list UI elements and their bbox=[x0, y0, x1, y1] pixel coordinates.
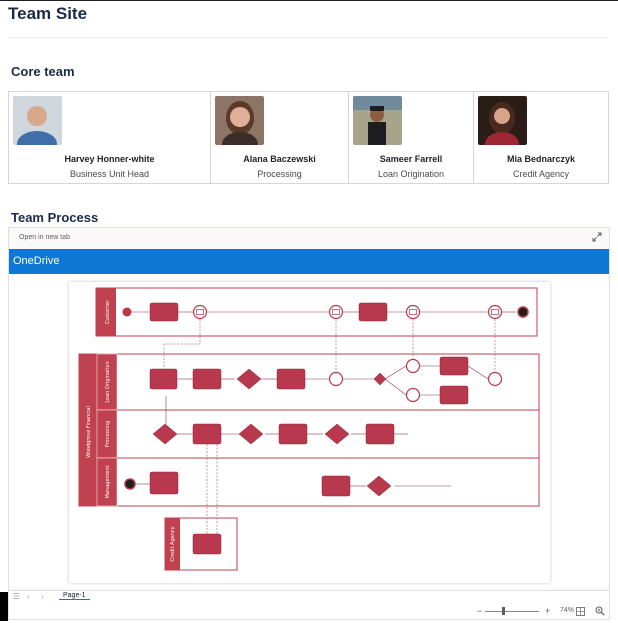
task bbox=[365, 423, 395, 445]
gateway bbox=[373, 372, 387, 386]
zoom-level[interactable]: 74% bbox=[560, 607, 574, 614]
page-list-icon[interactable]: ☰ bbox=[13, 592, 20, 601]
task bbox=[439, 385, 469, 405]
member-role: Processing bbox=[257, 169, 302, 179]
message-event bbox=[487, 304, 503, 320]
status-bar: − + 74% bbox=[9, 604, 609, 619]
avatar bbox=[478, 96, 527, 145]
member-card-alana[interactable]: Alana Baczewski Processing bbox=[211, 92, 349, 183]
message-event bbox=[192, 304, 208, 320]
avatar bbox=[13, 96, 62, 145]
process-diagram: Customer Woodgrove Financial Loan Origin… bbox=[78, 287, 540, 571]
message-event bbox=[328, 304, 344, 320]
magnifier-icon[interactable] bbox=[595, 606, 605, 616]
woodgrove-pool bbox=[78, 353, 540, 507]
task bbox=[276, 368, 306, 390]
pool-label: Woodgrove Financial bbox=[86, 406, 92, 458]
gateway bbox=[238, 423, 264, 445]
open-in-new-tab-link[interactable]: Open in new tab bbox=[19, 234, 70, 241]
gateway bbox=[324, 423, 350, 445]
avatar bbox=[353, 96, 402, 145]
member-name[interactable]: Alana Baczewski bbox=[211, 154, 348, 164]
team-process-heading: Team Process bbox=[11, 210, 99, 225]
lane-label: Management bbox=[105, 465, 111, 498]
member-role: Credit Agency bbox=[512, 169, 570, 179]
diagram-page: Customer Woodgrove Financial Loan Origin… bbox=[69, 282, 550, 583]
start-event bbox=[122, 307, 132, 317]
task bbox=[192, 423, 222, 445]
member-role: Loan Origination bbox=[377, 169, 445, 179]
task bbox=[192, 368, 222, 390]
message-event bbox=[405, 358, 421, 374]
task bbox=[192, 533, 222, 555]
avatar bbox=[215, 96, 264, 145]
task-initiate-loan bbox=[149, 302, 179, 322]
member-card-harvey[interactable]: Harvey Honner-white Business Unit Head bbox=[9, 92, 211, 183]
expand-icon[interactable] bbox=[592, 232, 602, 242]
diagram-canvas[interactable]: Customer Woodgrove Financial Loan Origin… bbox=[9, 274, 609, 588]
gateway bbox=[366, 475, 392, 497]
zoom-in-button[interactable]: + bbox=[545, 606, 550, 616]
task bbox=[439, 356, 469, 376]
zoom-slider[interactable] bbox=[485, 611, 539, 612]
gateway bbox=[236, 368, 262, 390]
gateway bbox=[152, 423, 178, 445]
onedrive-header: OneDrive bbox=[9, 249, 609, 274]
visio-viewer: Open in new tab OneDrive Customer Woodgr… bbox=[8, 227, 610, 620]
header-divider bbox=[8, 37, 608, 38]
page-tab-bar: ☰ ‹ › Page-1 bbox=[9, 590, 609, 604]
task bbox=[149, 471, 179, 495]
tab-page-1[interactable]: Page-1 bbox=[59, 592, 90, 600]
task-sign-contract bbox=[358, 302, 388, 322]
edge-marker bbox=[0, 592, 8, 621]
chevron-left-icon[interactable]: ‹ bbox=[27, 592, 30, 601]
message-event bbox=[487, 371, 503, 387]
onedrive-title[interactable]: OneDrive bbox=[13, 255, 59, 267]
message-event bbox=[328, 371, 344, 387]
task bbox=[149, 368, 178, 390]
chevron-right-icon[interactable]: › bbox=[41, 592, 44, 601]
core-team-heading: Core team bbox=[11, 64, 75, 79]
start-event bbox=[124, 478, 136, 490]
member-card-mia[interactable]: Mia Bednarczyk Credit Agency bbox=[474, 92, 608, 183]
member-name[interactable]: Mia Bednarczyk bbox=[474, 154, 608, 164]
end-event bbox=[517, 306, 529, 318]
zoom-slider-thumb[interactable] bbox=[502, 607, 506, 615]
message-event bbox=[405, 304, 421, 320]
member-name[interactable]: Harvey Honner-white bbox=[9, 154, 210, 164]
timer-event bbox=[405, 387, 421, 403]
core-team-grid: Harvey Honner-white Business Unit Head A… bbox=[8, 91, 609, 184]
task bbox=[278, 423, 308, 445]
lane-label: Customer bbox=[105, 299, 111, 324]
lane-label: Credit Agency bbox=[170, 526, 176, 561]
member-card-sameer[interactable]: Sameer Farrell Loan Origination bbox=[349, 92, 474, 183]
zoom-out-button[interactable]: − bbox=[477, 606, 482, 616]
site-title: Team Site bbox=[8, 4, 88, 23]
member-role: Business Unit Head bbox=[69, 169, 150, 179]
member-name[interactable]: Sameer Farrell bbox=[349, 154, 473, 164]
fit-to-window-icon[interactable] bbox=[576, 607, 585, 616]
lane-label: Loan Origination bbox=[105, 361, 111, 402]
lane-label: Processing bbox=[105, 421, 111, 448]
top-border bbox=[0, 0, 618, 1]
task bbox=[321, 475, 351, 497]
